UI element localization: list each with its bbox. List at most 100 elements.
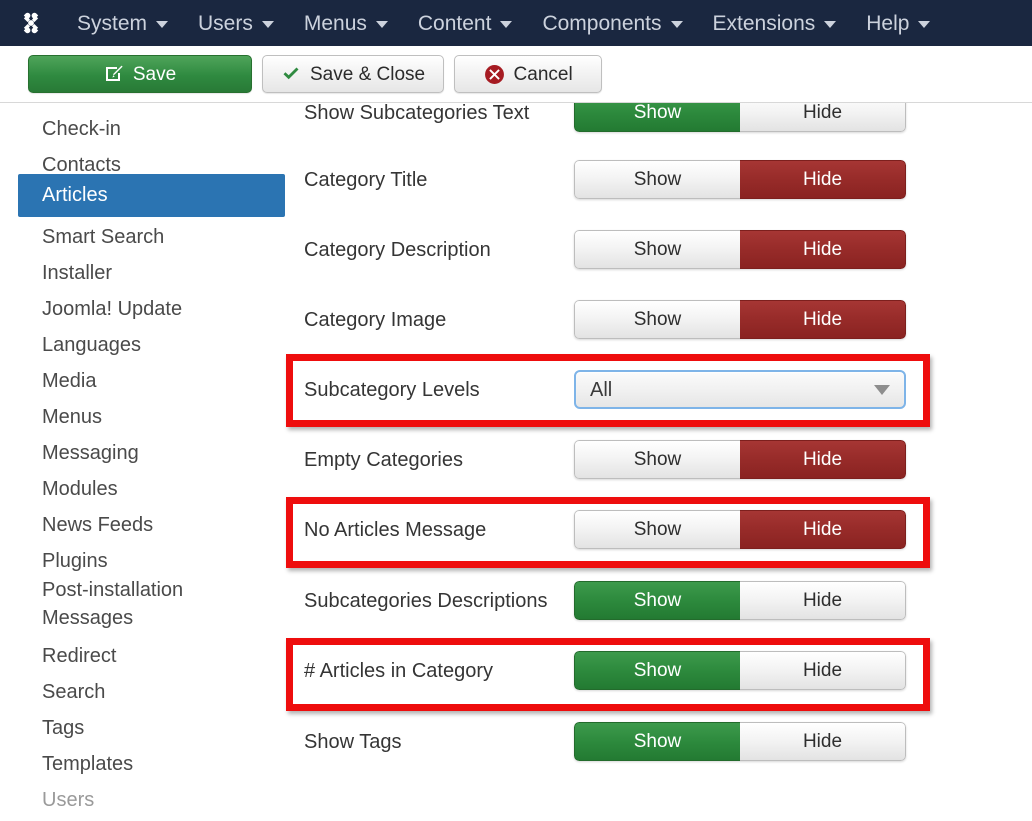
sidebar-item-search[interactable]: Search <box>18 674 105 710</box>
toggle-subcategories-descriptions[interactable]: Show Hide <box>574 581 906 620</box>
toggle-category-title[interactable]: Show Hide <box>574 160 906 199</box>
menu-item-content-label: Content <box>417 11 492 35</box>
menu-item-help[interactable]: Help <box>851 0 945 46</box>
chevron-down-icon <box>824 21 837 28</box>
sidebar-item-installer[interactable]: Installer <box>18 255 112 291</box>
sidebar-item-check-in[interactable]: Check-in <box>18 111 121 147</box>
toggle-category-image[interactable]: Show Hide <box>574 300 906 339</box>
save-and-close-button[interactable]: Save & Close <box>262 55 445 93</box>
form-row-label: Subcategory Levels <box>304 378 480 401</box>
menu-item-users[interactable]: Users <box>183 0 289 46</box>
form-row-num-articles-in-category: # Articles in Category Show Hide <box>286 651 1032 690</box>
toggle-category-description[interactable]: Show Hide <box>574 230 906 269</box>
save-button[interactable]: Save <box>28 55 252 93</box>
toggle-show-option[interactable]: Show <box>574 230 740 269</box>
toggle-show-tags[interactable]: Show Hide <box>574 722 906 761</box>
form-row-label: Show Tags <box>304 730 402 753</box>
check-icon <box>281 64 301 84</box>
form-row-label: # Articles in Category <box>304 659 493 682</box>
toggle-show-option[interactable]: Show <box>574 440 740 479</box>
sidebar-item-redirect[interactable]: Redirect <box>18 638 116 674</box>
menu-item-help-label: Help <box>866 11 910 35</box>
toggle-no-articles-message[interactable]: Show Hide <box>574 510 906 549</box>
cancel-circle-icon <box>484 64 505 85</box>
toggle-show-option[interactable]: Show <box>574 160 740 199</box>
form-row-label: No Articles Message <box>304 518 487 541</box>
toggle-show-option[interactable]: Show <box>574 722 740 761</box>
joomla-logo-icon[interactable] <box>14 6 48 40</box>
chevron-down-icon <box>874 384 890 395</box>
sidebar-item-templates[interactable]: Templates <box>18 746 133 782</box>
chevron-down-icon <box>670 21 683 28</box>
form-row-subcategories-descriptions: Subcategories Descriptions Show Hide <box>286 581 1032 620</box>
sidebar-item-messaging[interactable]: Messaging <box>18 435 139 471</box>
menu-item-menus-label: Menus <box>303 11 367 35</box>
sidebar-item-joomla-update[interactable]: Joomla! Update <box>18 291 182 327</box>
options-form-panel: Show Subcategories Text Show Hide Catego… <box>286 103 1032 821</box>
menu-item-components[interactable]: Components <box>527 0 697 46</box>
toggle-show-option[interactable]: Show <box>574 300 740 339</box>
sidebar-item-post-installation-messages[interactable]: Post-installation Messages <box>18 575 248 634</box>
sidebar-item-media[interactable]: Media <box>18 363 96 399</box>
sidebar-item-users[interactable]: Users <box>18 782 94 818</box>
toggle-hide-option[interactable]: Hide <box>740 510 906 549</box>
toggle-hide-option[interactable]: Hide <box>740 103 906 132</box>
menu-item-system[interactable]: System <box>62 0 183 46</box>
sidebar-item-news-feeds[interactable]: News Feeds <box>18 507 153 543</box>
toggle-hide-option[interactable]: Hide <box>740 440 906 479</box>
toggle-hide-option[interactable]: Hide <box>740 581 906 620</box>
form-row-label: Category Image <box>304 308 447 331</box>
sidebar-item-articles[interactable]: Articles <box>18 174 285 217</box>
form-row-subcategory-levels: Subcategory Levels All <box>286 370 1032 409</box>
form-row-category-description: Category Description Show Hide <box>286 230 1032 269</box>
cancel-button[interactable]: Cancel <box>454 55 603 93</box>
sidebar-nav: Check-in Contacts Articles Smart Search … <box>0 103 286 821</box>
toggle-show-option[interactable]: Show <box>574 581 740 620</box>
sidebar-item-languages[interactable]: Languages <box>18 327 141 363</box>
joomla-admin-window: System Users Menus Content Components Ex… <box>0 0 1032 821</box>
sidebar-item-menus[interactable]: Menus <box>18 399 102 435</box>
save-and-close-button-label: Save & Close <box>310 63 426 85</box>
sidebar-item-tags[interactable]: Tags <box>18 710 84 746</box>
toggle-show-option[interactable]: Show <box>574 651 740 690</box>
toggle-empty-categories[interactable]: Show Hide <box>574 440 906 479</box>
toggle-hide-option[interactable]: Hide <box>740 160 906 199</box>
cancel-button-label: Cancel <box>513 63 573 85</box>
sidebar-item-plugins[interactable]: Plugins <box>18 543 108 579</box>
form-row-label: Empty Categories <box>304 448 463 471</box>
sidebar-item-modules[interactable]: Modules <box>18 471 118 507</box>
toggle-hide-option[interactable]: Hide <box>740 300 906 339</box>
form-row-label: Subcategories Descriptions <box>304 589 548 612</box>
subcategory-levels-value: All <box>590 378 613 401</box>
toggle-hide-option[interactable]: Hide <box>740 651 906 690</box>
toggle-show-subcategories-text[interactable]: Show Hide <box>574 103 906 132</box>
menu-item-extensions-label: Extensions <box>712 11 816 35</box>
toggle-hide-option[interactable]: Hide <box>740 722 906 761</box>
chevron-down-icon <box>261 21 274 28</box>
subcategory-levels-select[interactable]: All <box>574 370 906 409</box>
menu-item-system-label: System <box>77 11 148 35</box>
form-row-label: Category Description <box>304 238 491 261</box>
form-row-show-tags: Show Tags Show Hide <box>286 722 1032 761</box>
toggle-hide-option[interactable]: Hide <box>740 230 906 269</box>
toggle-show-option[interactable]: Show <box>574 103 740 132</box>
chevron-down-icon <box>375 21 388 28</box>
save-button-label: Save <box>132 63 177 85</box>
form-row-label: Category Title <box>304 168 428 191</box>
form-row-label: Show Subcategories Text <box>304 103 530 124</box>
pencil-edit-icon <box>104 64 124 84</box>
form-row-show-subcategories-text: Show Subcategories Text Show Hide <box>286 103 1032 132</box>
sidebar-item-smart-search[interactable]: Smart Search <box>18 219 164 255</box>
toggle-show-option[interactable]: Show <box>574 510 740 549</box>
menu-item-extensions[interactable]: Extensions <box>698 0 852 46</box>
menu-item-menus[interactable]: Menus <box>289 0 403 46</box>
chevron-down-icon <box>500 21 513 28</box>
menu-item-content[interactable]: Content <box>403 0 528 46</box>
main-menu-bar: System Users Menus Content Components Ex… <box>0 0 1032 46</box>
toolbar: Save Save & Close Cancel <box>0 46 1032 103</box>
chevron-down-icon <box>918 21 931 28</box>
form-row-category-title: Category Title Show Hide <box>286 160 1032 199</box>
toggle-num-articles-in-category[interactable]: Show Hide <box>574 651 906 690</box>
form-row-empty-categories: Empty Categories Show Hide <box>286 440 1032 479</box>
chevron-down-icon <box>156 21 169 28</box>
